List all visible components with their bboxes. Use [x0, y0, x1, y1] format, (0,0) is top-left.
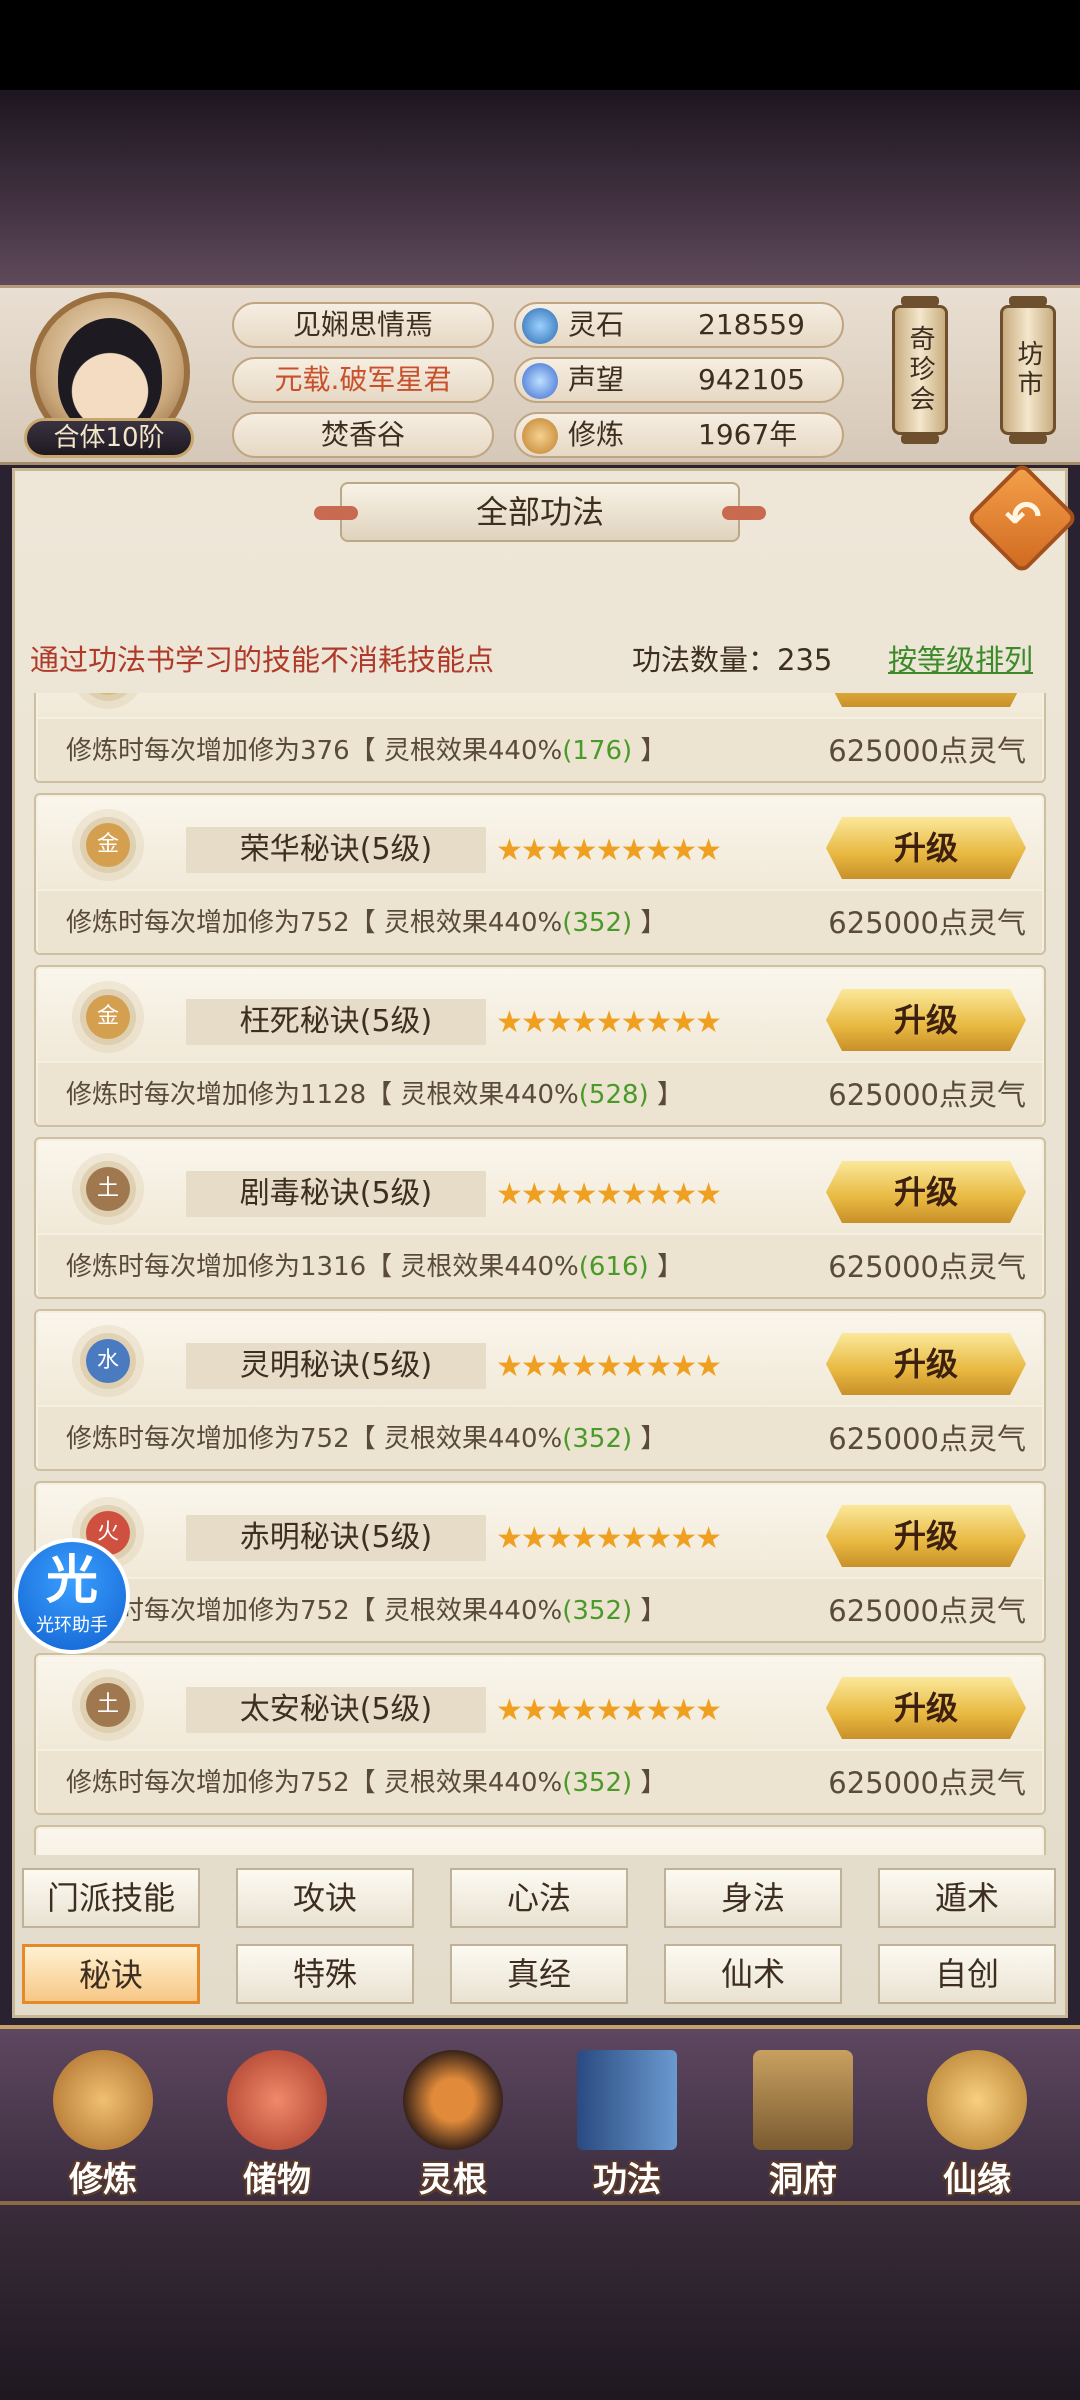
upgrade-button[interactable]: 升级 — [826, 817, 1026, 879]
tab-immortal-arts[interactable]: 仙术 — [664, 1944, 842, 2004]
tab-mind[interactable]: 心法 — [450, 1868, 628, 1928]
skill-book-icon — [577, 2050, 677, 2150]
star-rating: ★★★★★★★★★ — [496, 1693, 722, 1728]
panel-title: 全部功法 — [314, 482, 766, 542]
bottom-background — [0, 2205, 1080, 2400]
skill-cost: 625000点灵气 — [828, 1766, 1026, 1800]
skill-cost: 625000点灵气 — [828, 734, 1026, 768]
star-rating: ★★★★★★★★★ — [496, 1349, 722, 1384]
halo-assistant-icon: 光 — [45, 1551, 98, 1611]
nav-immortal-fate[interactable]: 仙缘 — [902, 2040, 1052, 2200]
meditation-icon — [522, 418, 558, 454]
upgrade-button[interactable]: 升级 — [826, 1333, 1026, 1395]
tab-movement[interactable]: 身法 — [664, 1868, 842, 1928]
star-rating: ★★★★★★★★★ — [496, 833, 722, 868]
cultivation-stat: 修炼 1967年 — [514, 412, 844, 458]
skill-name: 灵明秘诀(5级) — [186, 1343, 486, 1389]
skill-card: 金 荣华秘诀(5级) ★★★★★★★★★ 升级 修炼时每次增加修为752【 灵根… — [34, 793, 1046, 955]
skill-effect: 修炼时每次增加修为752【 灵根效果440%(352) 】 — [66, 1768, 667, 1798]
skill-card — [34, 1825, 1046, 1855]
skill-effect: 修炼时每次增加修为752【 灵根效果440%(352) 】 — [66, 908, 667, 938]
star-rating: ★★★★★★★★★ — [496, 1005, 722, 1040]
skill-cost: 625000点灵气 — [828, 1078, 1026, 1112]
skill-card: 水 灵明秘诀(5级) ★★★★★★★★★ 升级 修炼时每次增加修为752【 灵根… — [34, 1309, 1046, 1471]
skill-name: 枉死秘诀(5级) — [186, 999, 486, 1045]
skill-cost: 625000点灵气 — [828, 906, 1026, 940]
skill-effect: 修炼时每次增加修为752【 灵根效果440%(352) 】 — [66, 1424, 667, 1454]
storage-bag-icon — [227, 2050, 327, 2150]
spirit-root-icon — [403, 2050, 503, 2150]
skill-effect: 修炼时每次增加修为1316【 灵根效果440%(616) 】 — [66, 1252, 683, 1282]
tab-special[interactable]: 特殊 — [236, 1944, 414, 2004]
back-arrow-icon[interactable]: ↶ — [990, 490, 1056, 546]
upgrade-button[interactable]: 升级 — [826, 1505, 1026, 1567]
upgrade-button[interactable]: 升级 — [826, 1161, 1026, 1223]
tab-escape[interactable]: 遁术 — [878, 1868, 1056, 1928]
spirit-stone-icon — [522, 308, 558, 344]
gourd-icon — [927, 2050, 1027, 2150]
market-button[interactable]: 坊市 — [1000, 296, 1056, 444]
star-rating: ★★★★★★★★★ — [496, 1521, 722, 1556]
nav-skills[interactable]: 功法 — [552, 2040, 702, 2200]
upgrade-button[interactable]: 升级 — [826, 1677, 1026, 1739]
upgrade-button[interactable]: 升级 — [826, 693, 1026, 707]
tab-secret-arts[interactable]: 秘诀 — [22, 1944, 200, 2004]
upgrade-button[interactable]: 升级 — [826, 989, 1026, 1051]
halo-assistant-button[interactable]: 光 光环助手 — [14, 1538, 130, 1654]
element-icon: 水 — [86, 1339, 130, 1383]
tab-attack[interactable]: 攻诀 — [236, 1868, 414, 1928]
skill-count: 功法数量：235 — [632, 643, 833, 677]
element-icon: 金 — [86, 823, 130, 867]
element-icon: 金 — [86, 995, 130, 1039]
tab-scripture[interactable]: 真经 — [450, 1944, 628, 2004]
cave-house-icon — [753, 2050, 853, 2150]
player-name: 见娴思情焉 — [232, 302, 494, 348]
skill-cost: 625000点灵气 — [828, 1594, 1026, 1628]
skill-card: 升级 修炼时每次增加修为376【 灵根效果440%(176) 】 625000点… — [34, 693, 1046, 783]
skill-name: 太安秘诀(5级) — [186, 1687, 486, 1733]
reputation-stat: 声望 942105 — [514, 357, 844, 403]
skill-effect: 修炼时每次增加修为376【 灵根效果440%(176) 】 — [66, 736, 667, 766]
skill-name: 荣华秘诀(5级) — [186, 827, 486, 873]
nav-storage[interactable]: 储物 — [202, 2040, 352, 2200]
status-bar — [0, 0, 1080, 90]
skill-name: 剧毒秘诀(5级) — [186, 1171, 486, 1217]
reputation-icon — [522, 363, 558, 399]
sort-by-level-link[interactable]: 按等级排列 — [888, 640, 1033, 680]
spirit-stone-stat: 灵石 218559 — [514, 302, 844, 348]
tab-self-created[interactable]: 自创 — [878, 1944, 1056, 2004]
skill-effect: 修炼时每次增加修为752【 灵根效果440%(352) 】 — [66, 1596, 667, 1626]
skill-list[interactable]: 升级 修炼时每次增加修为376【 灵根效果440%(176) 】 625000点… — [34, 693, 1046, 1855]
skill-card: 火 赤明秘诀(5级) ★★★★★★★★★ 升级 修炼时每次增加修为752【 灵根… — [34, 1481, 1046, 1643]
skill-card: 土 太安秘诀(5级) ★★★★★★★★★ 升级 修炼时每次增加修为752【 灵根… — [34, 1653, 1046, 1815]
element-icon: 土 — [86, 1683, 130, 1727]
skill-name: 赤明秘诀(5级) — [186, 1515, 486, 1561]
skill-cost: 625000点灵气 — [828, 1422, 1026, 1456]
treasure-fair-button[interactable]: 奇珍会 — [892, 296, 948, 444]
skill-effect: 修炼时每次增加修为1128【 灵根效果440%(528) 】 — [66, 1080, 683, 1110]
top-banner — [0, 90, 1080, 285]
skill-notice: 通过功法书学习的技能不消耗技能点 — [30, 643, 495, 677]
nav-cultivate[interactable]: 修炼 — [28, 2040, 178, 2200]
element-icon: 土 — [86, 1167, 130, 1211]
tab-sect-skills[interactable]: 门派技能 — [22, 1868, 200, 1928]
skill-card: 金 枉死秘诀(5级) ★★★★★★★★★ 升级 修炼时每次增加修为1128【 灵… — [34, 965, 1046, 1127]
nav-spirit-root[interactable]: 灵根 — [378, 2040, 528, 2200]
nav-cave-house[interactable]: 洞府 — [728, 2040, 878, 2200]
rank-badge: 合体10阶 — [24, 418, 194, 458]
player-title[interactable]: 元载.破军星君 — [232, 357, 494, 403]
skill-card: 土 剧毒秘诀(5级) ★★★★★★★★★ 升级 修炼时每次增加修为1316【 灵… — [34, 1137, 1046, 1299]
skill-cost: 625000点灵气 — [828, 1250, 1026, 1284]
player-sect: 焚香谷 — [232, 412, 494, 458]
cultivate-icon — [53, 2050, 153, 2150]
star-rating: ★★★★★★★★★ — [496, 1177, 722, 1212]
